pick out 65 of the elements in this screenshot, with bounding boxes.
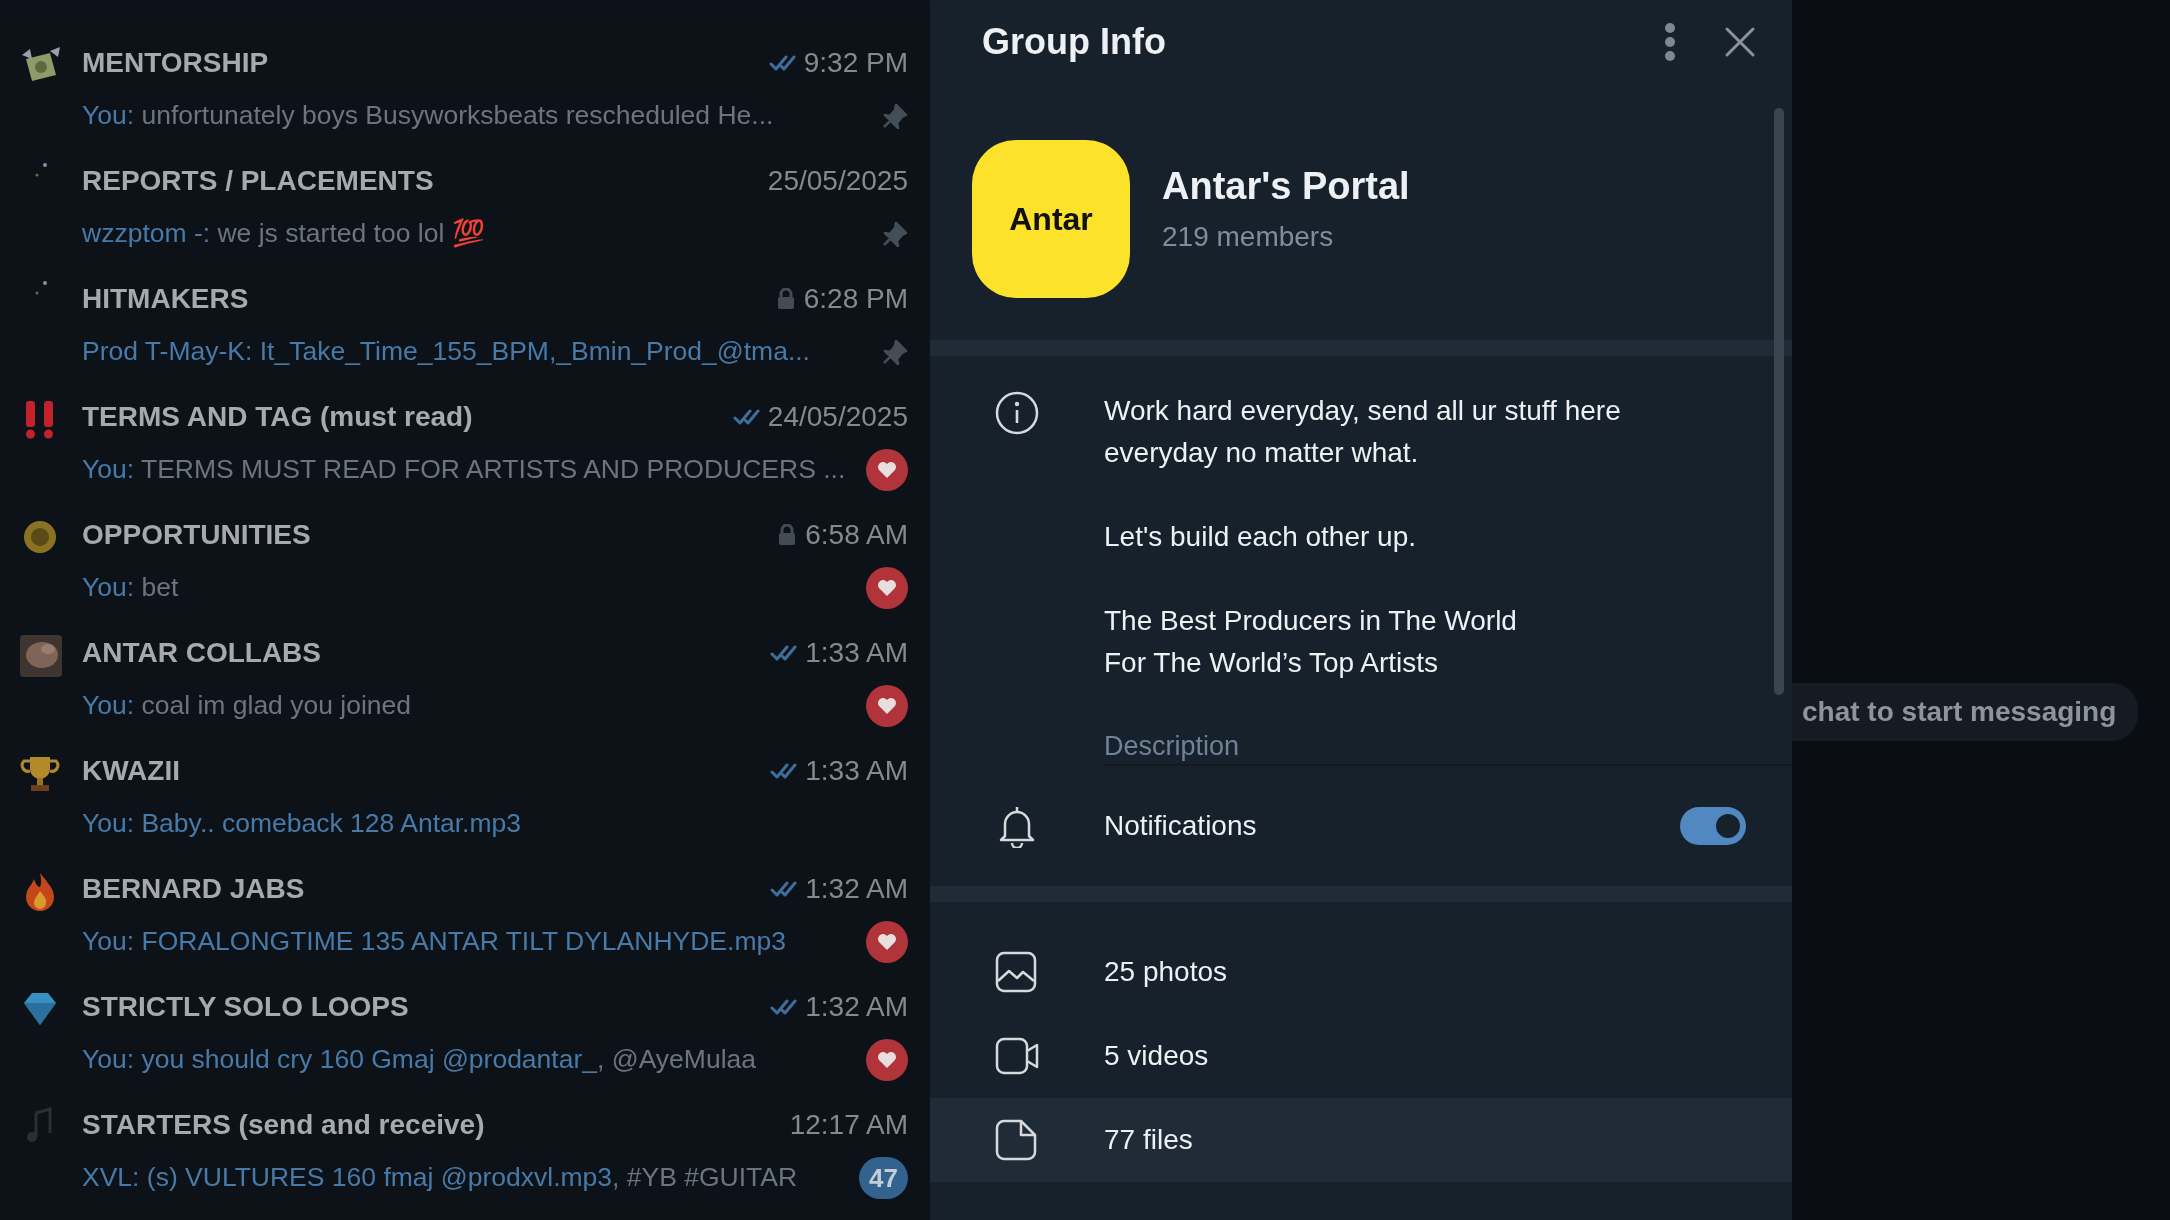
chat-time: 9:32 PM [803,46,908,80]
chat-name: OPPORTUNITIES [82,518,311,552]
heart-icon [876,577,898,599]
message-preview: You: you should cry 160 Gmaj @prodantar_, @AyeMulaa [82,1043,756,1077]
chat-time: 1:32 AM [805,990,908,1024]
description-text: The Best Producers in The World For The World’s Top Artists [1104,604,1518,680]
member-count: 219 members [1162,219,1335,254]
chat-time: 6:28 PM [803,282,908,316]
chat-time: 1:33 AM [805,754,908,788]
heart-icon [876,1049,898,1071]
chat-name: MENTORSHIP [82,46,269,80]
chat-name: KWAZII [82,754,180,788]
chat-name: HITMAKERS [82,282,249,316]
chat-time: 1:33 AM [805,636,908,670]
info-icon [994,390,1040,436]
chat-time: 1:32 AM [805,872,908,906]
heart-icon [876,931,898,953]
group-name: Antar's Portal [1162,164,1410,209]
close-icon [1724,26,1756,58]
bell-icon [997,804,1037,848]
chat-name: REPORTS / PLACEMENTS [82,164,434,198]
media-row[interactable]: 25 photos [930,930,1792,1014]
chat-time: 12:17 AM [789,1108,908,1142]
pin-icon [882,103,908,129]
message-preview: You: coal im glad you joined [82,689,412,723]
close-button[interactable] [1724,26,1756,58]
chat-name: STARTERS (send and receive) [82,1108,485,1142]
notifications-toggle[interactable] [1680,807,1746,845]
message-preview: wzzptom -: we js started too lol 💯 [82,217,485,251]
message-preview: You: TERMS MUST READ FOR ARTISTS AND PRODUCERS ... [82,453,846,487]
dots-icon [35,163,47,177]
message-preview: You: bet [82,571,179,605]
file-icon [995,1119,1039,1161]
chat-name: TERMS AND TAG (must read) [82,400,473,434]
message-preview: You: unfortunately boys Busyworksbeats rescheduled He... [82,99,774,133]
chat-time: 25/05/2025 [767,164,908,198]
notifications-label: Notifications [1104,809,1257,843]
chat-name: STRICTLY SOLO LOOPS [82,990,409,1024]
empty-chat-hint: chat to start messaging [1792,683,2139,741]
chat-time: 6:58 AM [805,518,908,552]
unread-count: 47 [859,1157,908,1199]
media-row[interactable]: 5 videos [930,1014,1792,1098]
message-preview: You: FORALONGTIME 135 ANTAR TILT DYLANHYDE.mp3 [82,925,786,959]
group-avatar: Antar [972,140,1130,298]
dots-icon [35,281,47,295]
pin-icon [882,339,908,365]
description-text: Work hard everyday, send all ur stuff here everyday no matter what. [1104,394,1622,470]
chat-name: BERNARD JABS [82,872,305,906]
message-preview: XVL: (s) VULTURES 160 fmaj @prodxvl.mp3, #YB #GUITAR [82,1161,798,1195]
description-text: Let's build each other up. [1104,520,1417,554]
field-label: Description [1104,730,1241,763]
scrollbar[interactable] [1774,108,1784,695]
message-preview: You: Baby.. comeback 128 Antar.mp3 [82,807,521,841]
message-preview: Prod T-May-K: It_Take_Time_155_BPM,_Bmin_Prod_@tma... [82,335,810,369]
more-button[interactable] [1664,22,1676,62]
more-icon [1664,22,1676,62]
image-icon [995,951,1039,993]
panel-title: Group Info [982,20,1166,64]
media-row[interactable]: 77 files [930,1098,1792,1182]
chat-time: 24/05/2025 [767,400,908,434]
heart-icon [876,459,898,481]
pin-icon [882,221,908,247]
chat-name: ANTAR COLLABS [82,636,321,670]
heart-icon [876,695,898,717]
video-icon [995,1035,1039,1077]
